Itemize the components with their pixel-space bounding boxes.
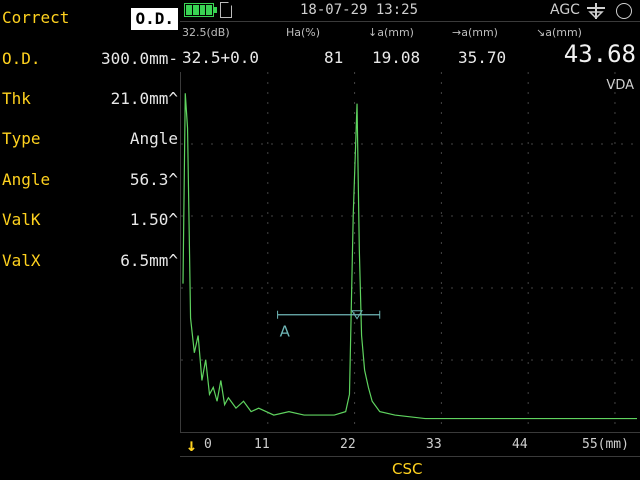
gate-a-label: A <box>280 323 291 341</box>
ha-label: Ha(%) <box>286 26 321 39</box>
sound-path-label: ↘a(mm) <box>536 26 582 39</box>
depth-value: 19.08 <box>372 48 421 67</box>
param-row-thk[interactable]: Thk 21.0mm^ <box>0 87 180 111</box>
param-label-valx: ValX <box>2 251 41 270</box>
depth-label: ↓a(mm) <box>368 26 414 39</box>
battery-icon <box>184 3 214 17</box>
surface-distance-label: →a(mm) <box>452 26 498 39</box>
a-scan-svg: A <box>181 72 640 432</box>
param-value-valk[interactable]: 1.50^ <box>130 210 178 229</box>
param-label-correct: Correct <box>2 8 70 27</box>
tick-label: 44 <box>512 437 528 452</box>
param-label-thk: Thk <box>2 89 31 108</box>
param-label-od: O.D. <box>2 49 41 68</box>
vda-tag: VDA <box>606 78 634 93</box>
sound-path-value: 43.68 <box>563 40 636 68</box>
status-bar: 18-07-29 13:25 AGC <box>180 0 640 22</box>
param-row-od[interactable]: O.D. 300.0mm- <box>0 47 180 71</box>
param-value-thk[interactable]: 21.0mm^ <box>111 89 178 108</box>
down-arrow-icon: ↓ <box>186 435 197 456</box>
param-row-type[interactable]: Type Angle <box>0 127 180 151</box>
datetime: 18-07-29 13:25 <box>300 2 419 18</box>
param-row-valk[interactable]: ValK 1.50^ <box>0 208 180 232</box>
battery-tip <box>214 7 217 13</box>
measurement-readout: 32.5(dB) 32.5+0.0 Ha(%) 81 ↓a(mm) 19.08 … <box>180 22 640 72</box>
param-label-type: Type <box>2 129 41 148</box>
gain-label: 32.5(dB) <box>182 26 230 39</box>
tick-label: 55(mm) <box>582 437 629 452</box>
echo-trace <box>182 93 637 420</box>
param-row-angle[interactable]: Angle 56.3^ <box>0 168 180 192</box>
param-label-angle: Angle <box>2 170 51 189</box>
param-label-valk: ValK <box>2 210 41 229</box>
gain-value: 32.5+0.0 <box>182 48 260 67</box>
ha-value: 81 <box>324 48 344 67</box>
param-value-type[interactable]: Angle <box>130 129 178 148</box>
param-value-od[interactable]: 300.0mm- <box>101 49 178 68</box>
parameter-panel: Correct O.D. O.D. 300.0mm- Thk 21.0mm^ T… <box>0 0 180 480</box>
param-value-angle[interactable]: 56.3^ <box>130 170 178 189</box>
tick-label: 11 <box>254 437 270 452</box>
param-row-correct[interactable]: Correct O.D. <box>0 6 180 30</box>
surface-distance-value: 35.70 <box>458 48 507 67</box>
tick-label: 33 <box>426 437 442 452</box>
param-value-valx[interactable]: 6.5mm^ <box>120 251 178 270</box>
mode-bar: CSC <box>180 456 640 480</box>
record-icon <box>616 3 632 19</box>
mode-label[interactable]: CSC <box>392 460 422 478</box>
param-value-correct[interactable]: O.D. <box>131 8 178 30</box>
probe-icon <box>587 3 605 20</box>
x-axis: ↓ 0 11 22 33 44 55(mm) <box>180 432 640 456</box>
sd-card-icon <box>220 2 232 18</box>
a-scan-display[interactable]: A VDA <box>180 72 640 432</box>
tick-label: 0 <box>204 437 212 452</box>
param-row-valx[interactable]: ValX 6.5mm^ <box>0 249 180 273</box>
agc-label: AGC <box>550 2 580 18</box>
tick-label: 22 <box>340 437 356 452</box>
